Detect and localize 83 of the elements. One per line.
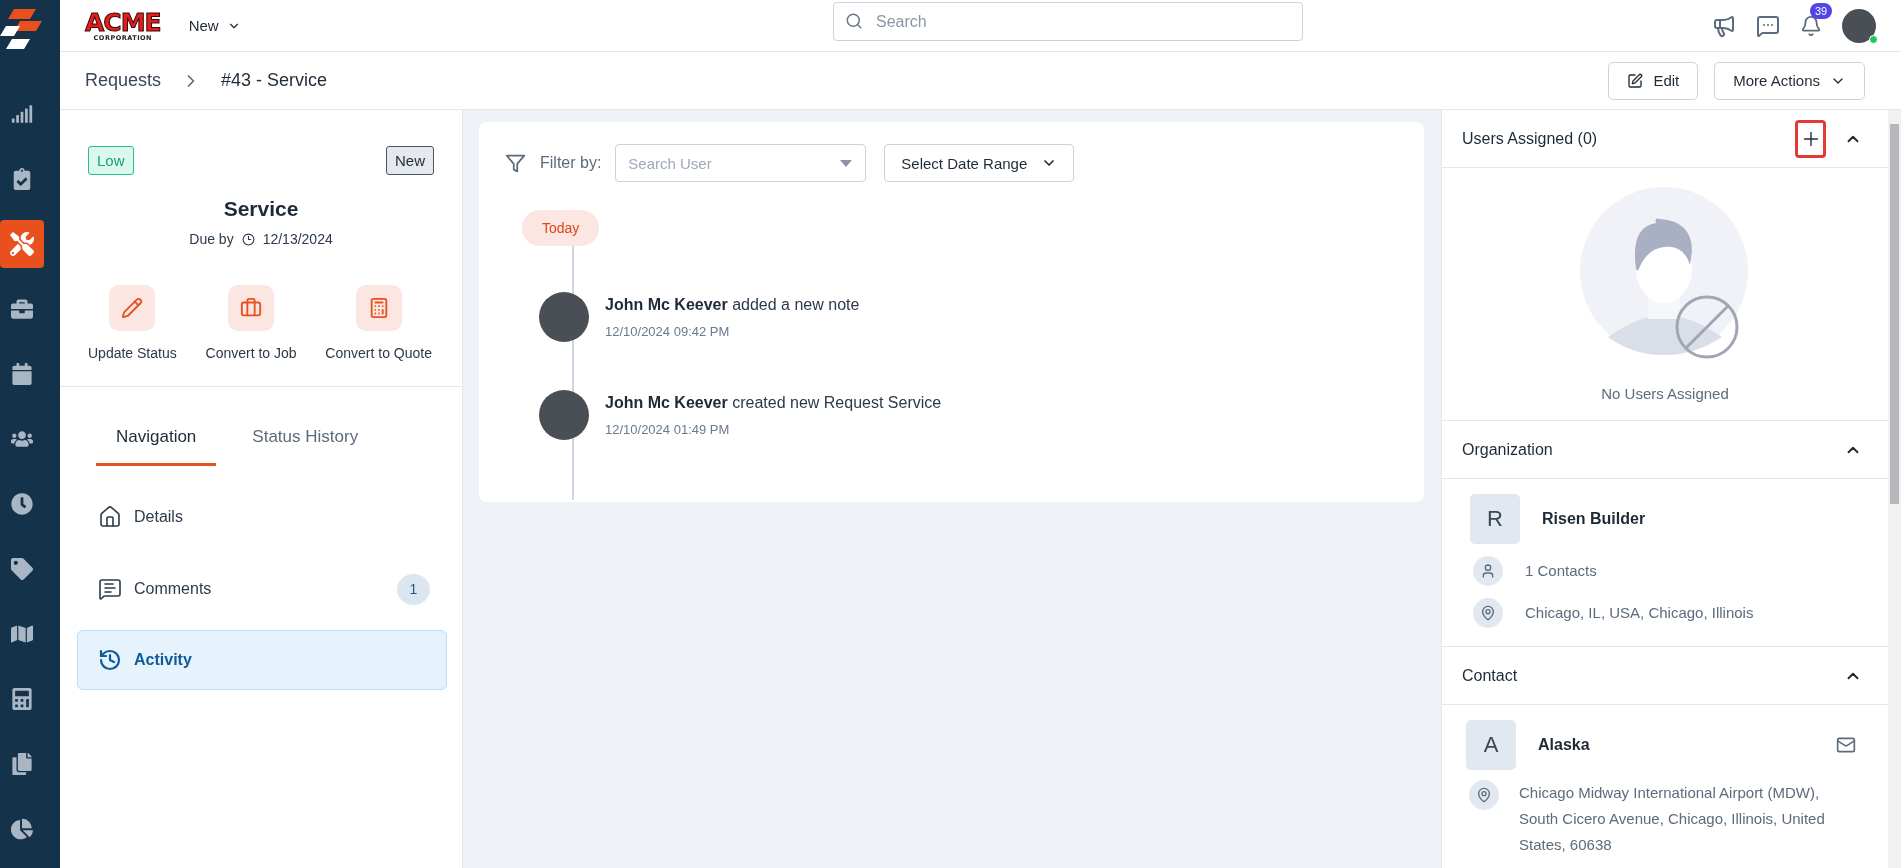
- edit-icon: [1627, 72, 1644, 89]
- nav-item[interactable]: Activity: [77, 630, 447, 690]
- search-icon: [845, 12, 863, 30]
- section-title: Organization: [1462, 440, 1553, 459]
- files-icon: [11, 753, 33, 775]
- users-icon: [11, 428, 33, 450]
- map-icon: [11, 623, 33, 645]
- activity-text: John Mc Keever created new Request Service: [605, 394, 942, 412]
- quick-action-button[interactable]: Convert to Job: [205, 285, 297, 361]
- clock-icon: [11, 493, 33, 515]
- activity-time: 12/10/2024 01:49 PM: [605, 422, 731, 437]
- location-icon: [1473, 598, 1503, 628]
- due-date: 12/13/2024: [262, 231, 333, 247]
- tag-icon: [11, 558, 33, 580]
- pencil-icon: [121, 297, 144, 319]
- contact-name[interactable]: Alaska: [1538, 736, 1590, 754]
- contact-address: Chicago Midway International Airport (MDW), South Cicero Avenue, Chicago, Illinois, United States, 60638: [1519, 783, 1826, 855]
- quick-action-button[interactable]: Convert to Quote: [325, 285, 432, 361]
- tab[interactable]: Navigation: [96, 413, 217, 466]
- quick-action-button[interactable]: Update Status: [88, 285, 177, 361]
- edit-button[interactable]: Edit: [1608, 61, 1699, 100]
- chat-icon: [98, 577, 122, 601]
- status-badge: New: [386, 146, 434, 175]
- request-title: Service: [222, 197, 300, 221]
- due-label: Due by: [189, 231, 234, 247]
- calculator-icon: [11, 688, 33, 710]
- briefcase-icon: [11, 298, 33, 320]
- nav-item[interactable]: Comments 1: [77, 558, 447, 620]
- chat-icon: [1756, 13, 1780, 38]
- activity-time: 12/10/2024 09:42 PM: [605, 324, 731, 339]
- filter-icon: [505, 152, 526, 174]
- scrollbar[interactable]: [1888, 110, 1901, 868]
- more-actions-button[interactable]: More Actions: [1714, 61, 1865, 100]
- notification-count: 39: [1810, 2, 1833, 19]
- notifications-button[interactable]: [1800, 14, 1822, 37]
- tools-nav-button[interactable]: [0, 220, 44, 268]
- search-field[interactable]: Search: [833, 2, 1303, 41]
- chat-button[interactable]: [1756, 13, 1780, 38]
- filter-label: Filter by:: [540, 154, 602, 172]
- tools-icon: [10, 232, 34, 256]
- action-label: Convert to Quote: [325, 345, 432, 361]
- action-label: Convert to Job: [205, 345, 297, 361]
- user-select-field[interactable]: Search User: [615, 144, 867, 182]
- user-avatar[interactable]: [1842, 8, 1876, 43]
- day-label: Today: [522, 210, 600, 246]
- priority-badge: Low: [88, 146, 134, 175]
- person-icon: [1473, 556, 1503, 586]
- action-label: Update Status: [88, 345, 177, 361]
- organization-address: Chicago, IL, USA, Chicago, Illinois: [1525, 603, 1754, 623]
- briefcase-icon: [240, 297, 263, 319]
- email-button[interactable]: [1836, 735, 1856, 755]
- megaphone-button[interactable]: [1712, 13, 1736, 38]
- caret-icon: [840, 160, 853, 167]
- date-range-button[interactable]: Select Date Range: [884, 144, 1075, 182]
- comment-count: 1: [397, 573, 430, 605]
- clipboard-check-icon: [11, 168, 33, 190]
- empty-message: No Users Assigned: [1601, 385, 1729, 402]
- initial-avatar: A: [1466, 720, 1516, 770]
- clock-icon: [241, 232, 255, 246]
- add-user-button[interactable]: [1795, 119, 1826, 158]
- breadcrumb-link[interactable]: Requests: [85, 70, 162, 91]
- pie-chart-icon: [11, 818, 33, 840]
- nav-item[interactable]: Details: [77, 486, 447, 548]
- bell-icon: [1800, 14, 1822, 37]
- mail-icon: [1836, 735, 1856, 755]
- bar-chart-icon: [11, 103, 33, 125]
- breadcrumb-current: #43 - Service: [221, 70, 328, 91]
- history-icon: [98, 648, 122, 672]
- calendar-icon: [11, 363, 33, 385]
- logo-name: ACME: [85, 9, 161, 35]
- tab[interactable]: Status History: [232, 413, 379, 466]
- contacts-count: 1 Contacts: [1525, 561, 1597, 581]
- activity-text: John Mc Keever added a new note: [605, 296, 860, 314]
- section-title: Users Assigned (0): [1462, 129, 1598, 148]
- user-avatar: [539, 390, 589, 440]
- house-icon: [98, 505, 122, 529]
- user-avatar: [539, 292, 589, 342]
- location-icon: [1469, 780, 1499, 810]
- megaphone-icon: [1712, 13, 1736, 38]
- new-menu-button[interactable]: New: [182, 16, 247, 35]
- initial-avatar: R: [1470, 494, 1520, 544]
- section-title: Contact: [1462, 666, 1518, 685]
- organization-name[interactable]: Risen Builder: [1542, 510, 1646, 528]
